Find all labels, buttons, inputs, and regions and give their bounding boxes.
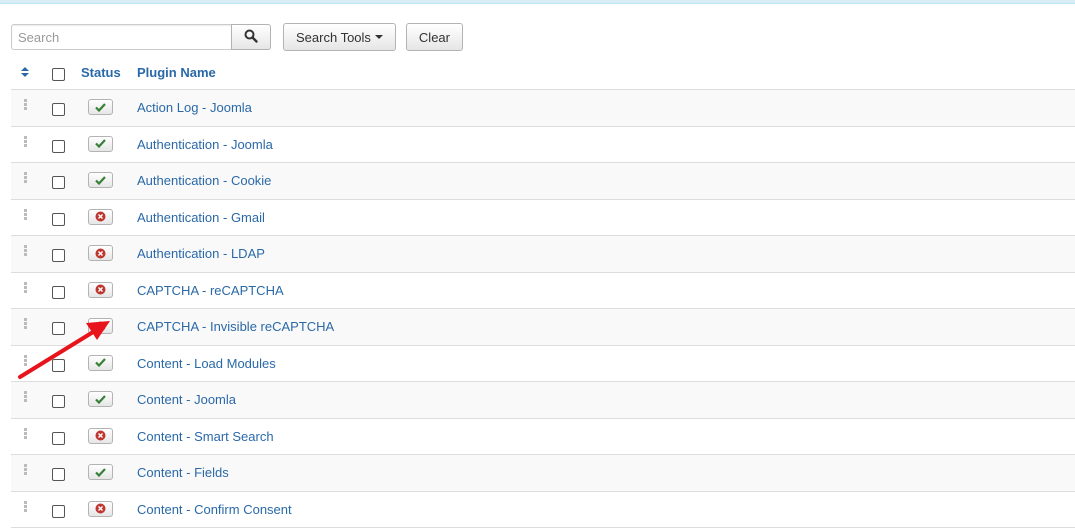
status-disabled-button[interactable] <box>88 282 113 298</box>
table-row: Action Log - Joomla <box>11 90 1075 127</box>
drag-handle-icon[interactable] <box>24 282 27 294</box>
circle-x-icon <box>95 503 106 514</box>
drag-handle-icon[interactable] <box>24 136 27 148</box>
row-checkbox[interactable] <box>52 140 65 153</box>
status-disabled-button[interactable] <box>88 318 113 334</box>
row-checkbox[interactable] <box>52 213 65 226</box>
plugin-name-link[interactable]: Authentication - Cookie <box>137 173 271 188</box>
checkmark-icon <box>95 358 106 367</box>
status-disabled-button[interactable] <box>88 501 113 517</box>
table-row: Authentication - Gmail <box>11 200 1075 237</box>
plugin-name-link[interactable]: Content - Joomla <box>137 392 236 407</box>
clear-button[interactable]: Clear <box>406 23 463 51</box>
status-enabled-button[interactable] <box>88 172 113 188</box>
plugin-name-link[interactable]: Content - Confirm Consent <box>137 502 292 517</box>
plugin-name-link[interactable]: Content - Fields <box>137 465 229 480</box>
status-enabled-button[interactable] <box>88 355 113 371</box>
circle-x-icon <box>95 430 106 441</box>
filter-toolbar: Search Tools Clear <box>11 23 463 51</box>
plugin-name-link[interactable]: CAPTCHA - Invisible reCAPTCHA <box>137 319 334 334</box>
status-enabled-button[interactable] <box>88 391 113 407</box>
drag-handle-icon[interactable] <box>24 428 27 440</box>
table-row: CAPTCHA - reCAPTCHA <box>11 273 1075 310</box>
checkmark-icon <box>95 139 106 148</box>
checkmark-icon <box>95 395 106 404</box>
sort-icon[interactable] <box>21 66 29 81</box>
table-row: Content - Load Modules <box>11 346 1075 383</box>
table-row: Authentication - Joomla <box>11 127 1075 164</box>
status-enabled-button[interactable] <box>88 464 113 480</box>
table-row: CAPTCHA - Invisible reCAPTCHA <box>11 309 1075 346</box>
table-header: Status Plugin Name <box>11 57 1075 90</box>
plugin-name-column-header[interactable]: Plugin Name <box>137 65 216 80</box>
drag-handle-icon[interactable] <box>24 99 27 111</box>
plugin-name-link[interactable]: CAPTCHA - reCAPTCHA <box>137 283 284 298</box>
plugin-name-link[interactable]: Content - Load Modules <box>137 356 276 371</box>
table-row: Content - Confirm Consent <box>11 492 1075 528</box>
row-checkbox[interactable] <box>52 103 65 116</box>
drag-handle-icon[interactable] <box>24 501 27 513</box>
drag-handle-icon[interactable] <box>24 209 27 221</box>
message-bar <box>0 0 1075 4</box>
clear-label: Clear <box>419 30 450 45</box>
checkmark-icon <box>95 468 106 477</box>
row-checkbox[interactable] <box>52 176 65 189</box>
status-enabled-button[interactable] <box>88 99 113 115</box>
search-input[interactable] <box>11 24 231 50</box>
search-tools-button[interactable]: Search Tools <box>283 23 396 51</box>
table-row: Authentication - LDAP <box>11 236 1075 273</box>
drag-handle-icon[interactable] <box>24 391 27 403</box>
row-checkbox[interactable] <box>52 286 65 299</box>
row-checkbox[interactable] <box>52 505 65 518</box>
row-checkbox[interactable] <box>52 249 65 262</box>
circle-x-icon <box>95 211 106 222</box>
status-disabled-button[interactable] <box>88 209 113 225</box>
table-row: Content - Joomla <box>11 382 1075 419</box>
circle-x-icon <box>95 248 106 259</box>
status-enabled-button[interactable] <box>88 136 113 152</box>
select-all-checkbox[interactable] <box>52 68 65 81</box>
drag-handle-icon[interactable] <box>24 172 27 184</box>
status-disabled-button[interactable] <box>88 428 113 444</box>
plugin-name-link[interactable]: Authentication - Joomla <box>137 137 273 152</box>
drag-handle-icon[interactable] <box>24 464 27 476</box>
row-checkbox[interactable] <box>52 395 65 408</box>
row-checkbox[interactable] <box>52 468 65 481</box>
drag-handle-icon[interactable] <box>24 355 27 367</box>
checkmark-icon <box>95 103 106 112</box>
status-disabled-button[interactable] <box>88 245 113 261</box>
row-checkbox[interactable] <box>52 322 65 335</box>
search-tools-label: Search Tools <box>296 30 371 45</box>
row-checkbox[interactable] <box>52 359 65 372</box>
plugin-name-link[interactable]: Authentication - LDAP <box>137 246 265 261</box>
search-button[interactable] <box>231 24 271 50</box>
row-checkbox[interactable] <box>52 432 65 445</box>
table-row: Content - Smart Search <box>11 419 1075 456</box>
status-column-header[interactable]: Status <box>81 65 121 80</box>
plugin-name-link[interactable]: Content - Smart Search <box>137 429 274 444</box>
table-row: Content - Fields <box>11 455 1075 492</box>
drag-handle-icon[interactable] <box>24 245 27 257</box>
drag-handle-icon[interactable] <box>24 318 27 330</box>
caret-down-icon <box>375 35 383 39</box>
plugin-name-link[interactable]: Authentication - Gmail <box>137 210 265 225</box>
table-body: Action Log - Joomla Authentication - Joom… <box>11 90 1075 528</box>
plugin-name-link[interactable]: Action Log - Joomla <box>137 100 252 115</box>
search-icon <box>244 29 258 46</box>
table-row: Authentication - Cookie <box>11 163 1075 200</box>
plugins-table: Status Plugin Name Action Log - Joomla Au… <box>11 57 1075 528</box>
circle-x-icon <box>95 321 106 332</box>
circle-x-icon <box>95 284 106 295</box>
checkmark-icon <box>95 176 106 185</box>
